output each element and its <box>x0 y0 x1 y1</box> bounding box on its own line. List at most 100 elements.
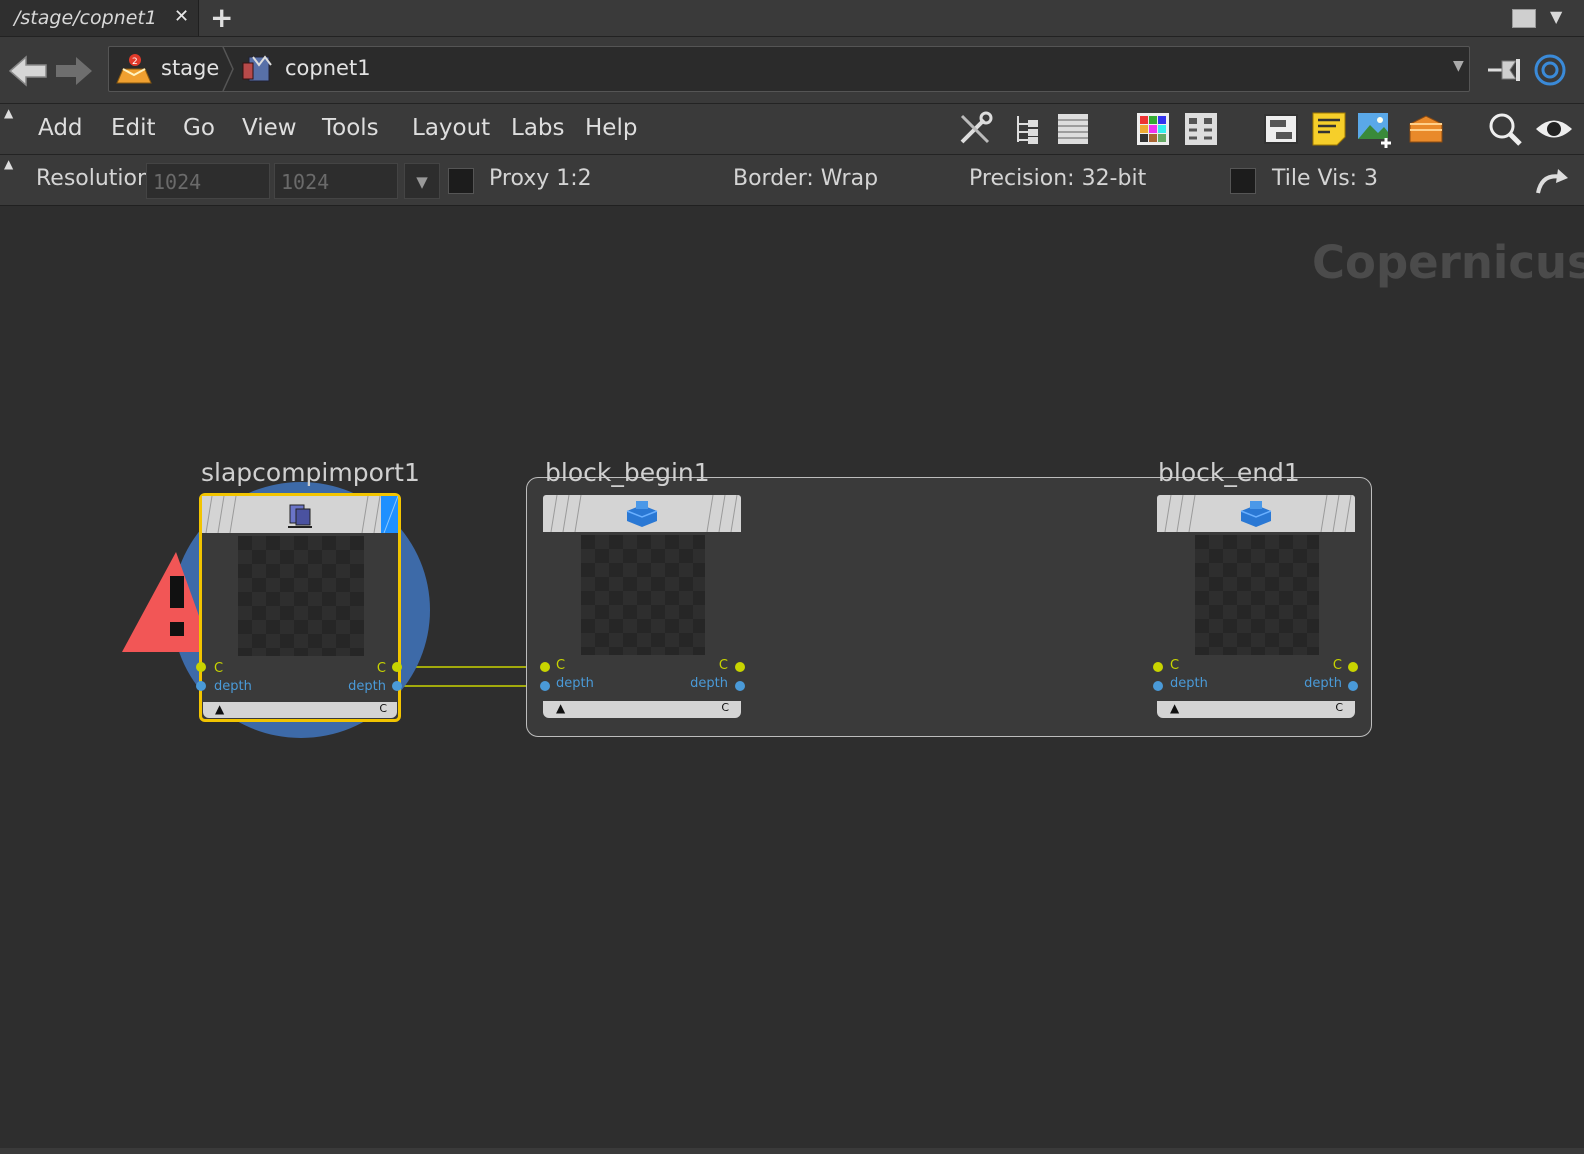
node-name[interactable]: block_end1 <box>1158 458 1300 487</box>
canvas-bottom-edge <box>0 1148 1584 1154</box>
options-bar: ▲ Resolution 1024 1024 ▼ Proxy 1:2 Borde… <box>0 155 1584 206</box>
node-block-end1[interactable]: C depth C depth ▲ C <box>1157 495 1355 720</box>
node-block-begin1[interactable]: C depth C depth ▲ C <box>543 495 741 720</box>
output-port-depth[interactable]: depth <box>348 679 386 694</box>
tile-vis-checkbox[interactable] <box>1230 168 1256 194</box>
search-icon[interactable] <box>1486 110 1524 148</box>
collapse-triangle-icon[interactable]: ▲ <box>1170 701 1179 715</box>
block-end-icon <box>1240 501 1272 527</box>
network-box-icon[interactable] <box>1262 110 1300 148</box>
pin-icon[interactable] <box>1486 55 1522 85</box>
input-dot-depth[interactable] <box>540 681 550 691</box>
link-icon[interactable] <box>1530 53 1566 87</box>
menu-add[interactable]: Add <box>38 115 83 141</box>
maximize-pane-icon[interactable] <box>1512 9 1536 28</box>
proxy-checkbox[interactable] <box>448 168 474 194</box>
node-header[interactable] <box>202 496 398 533</box>
refresh-icon[interactable] <box>1532 167 1572 197</box>
border-menu[interactable]: Border: Wrap <box>733 166 878 191</box>
collapse-arrow-icon[interactable]: ▲ <box>4 106 18 120</box>
output-dot-c[interactable] <box>735 662 745 672</box>
input-port-c[interactable]: C <box>556 658 565 673</box>
breadcrumb-separator-icon <box>221 46 235 92</box>
collapse-arrow-icon[interactable]: ▲ <box>4 157 18 171</box>
input-port-depth[interactable]: depth <box>214 679 252 694</box>
copnet-icon <box>241 53 275 85</box>
menu-go[interactable]: Go <box>183 115 215 141</box>
output-port-c[interactable]: C <box>377 661 386 676</box>
tools-icon[interactable] <box>956 110 994 148</box>
input-port-c[interactable]: C <box>1170 658 1179 673</box>
color-palette-icon[interactable] <box>1134 110 1172 148</box>
node-footer[interactable]: ▲ C <box>543 701 741 718</box>
collapse-triangle-icon[interactable]: ▲ <box>556 701 565 715</box>
proxy-label: Proxy 1:2 <box>489 166 592 191</box>
visibility-icon[interactable] <box>1534 110 1572 148</box>
breadcrumb[interactable]: 2 stage copnet1 ▼ <box>108 46 1470 92</box>
input-dot-depth[interactable] <box>1153 681 1163 691</box>
output-dot-c[interactable] <box>392 662 402 672</box>
block-begin-icon <box>626 501 658 527</box>
resolution-x-field[interactable]: 1024 <box>146 163 270 199</box>
pane-menu-icon[interactable]: ▼ <box>1550 7 1562 26</box>
output-port-c[interactable]: C <box>1333 658 1342 673</box>
output-port-depth[interactable]: depth <box>1304 676 1342 691</box>
slapcomp-icon <box>288 504 312 528</box>
breadcrumb-copnet[interactable]: copnet1 <box>285 56 371 80</box>
input-port-depth[interactable]: depth <box>556 676 594 691</box>
output-dot-depth[interactable] <box>1348 681 1358 691</box>
shape-palette-icon[interactable] <box>1182 110 1220 148</box>
tab-title: /stage/copnet1 <box>14 7 157 29</box>
input-dot-c[interactable] <box>1153 662 1163 672</box>
sticky-note-icon[interactable] <box>1310 110 1348 148</box>
node-name[interactable]: block_begin1 <box>545 458 710 487</box>
network-tab[interactable]: /stage/copnet1 ✕ <box>0 0 199 36</box>
add-image-icon[interactable] <box>1356 110 1394 148</box>
output-port-depth[interactable]: depth <box>690 676 728 691</box>
subnet-box-icon[interactable] <box>1406 110 1444 148</box>
network-canvas[interactable]: Copernicus slapcompimport1 C depth C dep… <box>0 206 1584 1154</box>
checker-thumbnail <box>581 535 705 655</box>
menu-labs[interactable]: Labs <box>511 115 565 141</box>
output-port-c[interactable]: C <box>719 658 728 673</box>
node-header[interactable] <box>543 495 741 532</box>
path-dropdown-icon[interactable]: ▼ <box>1453 58 1464 74</box>
close-tab-icon[interactable]: ✕ <box>174 6 189 27</box>
menu-layout[interactable]: Layout <box>412 115 490 141</box>
collapse-triangle-icon[interactable]: ▲ <box>215 702 224 716</box>
input-dot-depth[interactable] <box>196 681 206 691</box>
footer-flag: C <box>379 702 387 715</box>
node-footer[interactable]: ▲ C <box>1157 701 1355 718</box>
stage-icon: 2 <box>115 53 153 85</box>
add-tab-icon[interactable]: + <box>210 1 233 34</box>
checker-thumbnail <box>1195 535 1319 655</box>
tab-bar: /stage/copnet1 ✕ + ▼ <box>0 0 1584 37</box>
input-dot-c[interactable] <box>540 662 550 672</box>
node-slapcompimport1[interactable]: C depth C depth ▲ C <box>199 493 401 722</box>
forward-arrow-icon[interactable] <box>52 51 96 89</box>
node-header[interactable] <box>1157 495 1355 532</box>
breadcrumb-stage[interactable]: stage <box>161 56 219 80</box>
resolution-label: Resolution <box>36 166 151 191</box>
resolution-dropdown-icon[interactable]: ▼ <box>404 163 440 199</box>
input-port-c[interactable]: C <box>214 661 223 676</box>
menu-tools[interactable]: Tools <box>322 115 379 141</box>
output-dot-c[interactable] <box>1348 662 1358 672</box>
input-dot-c[interactable] <box>196 662 206 672</box>
precision-menu[interactable]: Precision: 32-bit <box>969 166 1146 191</box>
footer-flag: C <box>721 701 729 714</box>
input-port-depth[interactable]: depth <box>1170 676 1208 691</box>
node-name[interactable]: slapcompimport1 <box>201 458 420 487</box>
back-arrow-icon[interactable] <box>6 51 50 89</box>
node-footer[interactable]: ▲ C <box>203 702 397 718</box>
menu-bar: ▲ Add Edit Go View Tools Layout Labs Hel… <box>0 104 1584 155</box>
output-dot-depth[interactable] <box>392 681 402 691</box>
path-bar: 2 stage copnet1 ▼ <box>0 37 1584 104</box>
menu-edit[interactable]: Edit <box>111 115 156 141</box>
output-dot-depth[interactable] <box>735 681 745 691</box>
resolution-y-field[interactable]: 1024 <box>274 163 398 199</box>
list-view-icon[interactable] <box>1054 110 1092 148</box>
menu-help[interactable]: Help <box>585 115 637 141</box>
menu-view[interactable]: View <box>242 115 297 141</box>
tree-view-icon[interactable] <box>1008 110 1046 148</box>
